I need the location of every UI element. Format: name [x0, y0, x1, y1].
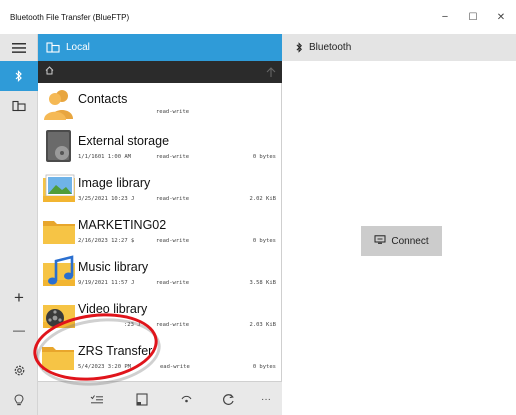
list-item-zrs-transfer[interactable]: ZRS Transfer 5/4/2023 3:20 PM ead-write …	[38, 337, 281, 379]
window-title: Bluetooth File Transfer (BlueFTP)	[10, 12, 130, 22]
file-permission: read-write	[156, 109, 190, 115]
file-size: 0 bytes	[252, 364, 276, 370]
file-size: 2.02 KiB	[249, 196, 277, 202]
file-size: 0 bytes	[252, 154, 276, 160]
file-permission: read-write	[156, 238, 190, 244]
local-pane-header[interactable]: Local	[38, 34, 282, 61]
gear-icon[interactable]	[0, 356, 38, 384]
refresh-icon[interactable]	[214, 382, 242, 415]
external-storage-icon	[42, 129, 76, 163]
more-options-button[interactable]: ···	[252, 382, 280, 415]
local-drive-icon[interactable]	[0, 91, 38, 121]
file-size: 2.03 KiB	[249, 322, 277, 328]
bluetooth-icon	[296, 42, 303, 53]
file-name: Video library	[78, 302, 148, 316]
file-size: 0 bytes	[252, 238, 276, 244]
file-permission: read-write	[156, 322, 190, 328]
list-item-external-storage[interactable]: External storage 1/1/1601 1:00 AM read-w…	[38, 127, 281, 169]
connect-label: Connect	[391, 235, 429, 247]
local-drive-icon	[46, 42, 60, 53]
file-size: 3.58 KiB	[249, 280, 277, 286]
image-library-icon	[42, 171, 76, 205]
file-permission: read-write	[156, 280, 190, 286]
file-permission: ead-write	[160, 364, 190, 370]
maximize-button[interactable]: ☐	[458, 0, 488, 34]
folder-icon	[42, 213, 76, 247]
file-date: 2/16/2023 12:27 $	[78, 238, 135, 244]
new-window-icon[interactable]	[128, 382, 156, 415]
video-library-icon	[42, 297, 76, 331]
list-item-music-library[interactable]: Music library 9/19/2021 11:57 J read-wri…	[38, 253, 281, 295]
zoom-out-icon[interactable]: —	[0, 316, 38, 344]
minimize-button[interactable]: −	[430, 0, 460, 34]
file-date: 3/25/2021 10:23 J	[78, 196, 135, 202]
list-item-contacts[interactable]: Contacts read-write	[38, 85, 281, 127]
signal-icon[interactable]	[172, 382, 200, 415]
file-date: :23 J	[124, 322, 141, 328]
file-date: 1/1/1601 1:00 AM	[78, 154, 131, 160]
list-item-video-library[interactable]: Video library :23 J read-write 2.03 KiB	[38, 295, 281, 337]
bluetooth-icon[interactable]	[0, 61, 38, 91]
music-library-icon	[42, 255, 76, 289]
home-icon[interactable]	[45, 66, 54, 78]
file-name: Music library	[78, 260, 149, 274]
list-item-image-library[interactable]: Image library 3/25/2021 10:23 J read-wri…	[38, 169, 281, 211]
file-date: 9/19/2021 11:57 J	[78, 280, 135, 286]
bluetooth-pane-label: Bluetooth	[309, 42, 352, 53]
contacts-icon	[42, 87, 76, 121]
bottom-toolbar: ···	[38, 381, 282, 415]
connect-button[interactable]: Connect	[361, 226, 442, 256]
folder-icon	[41, 339, 75, 373]
hamburger-menu-icon[interactable]	[0, 34, 38, 61]
arrow-up-icon[interactable]	[260, 61, 282, 83]
file-date: 5/4/2023 3:20 PM	[78, 364, 131, 370]
file-permission: read-write	[156, 196, 190, 202]
list-item-marketing02[interactable]: MARKETING02 2/16/2023 12:27 $ read-write…	[38, 211, 281, 253]
file-name: Image library	[78, 176, 151, 190]
file-list: Contacts read-write External storage 1/1…	[38, 83, 282, 381]
navigation-rail: + —	[0, 34, 38, 415]
path-bar	[38, 61, 282, 83]
local-pane-label: Local	[66, 42, 90, 53]
bluetooth-pane-header[interactable]: Bluetooth	[282, 34, 516, 61]
file-name: MARKETING02	[78, 218, 167, 232]
file-permission: read-write	[156, 154, 190, 160]
zoom-in-icon[interactable]: +	[0, 284, 38, 312]
monitor-connect-icon	[374, 234, 386, 248]
file-name: External storage	[78, 134, 170, 148]
file-name: Contacts	[78, 92, 128, 106]
close-button[interactable]: ✕	[486, 0, 516, 34]
select-list-icon[interactable]	[82, 382, 110, 415]
lightbulb-icon[interactable]	[0, 386, 38, 414]
file-name: ZRS Transfer	[78, 344, 153, 358]
